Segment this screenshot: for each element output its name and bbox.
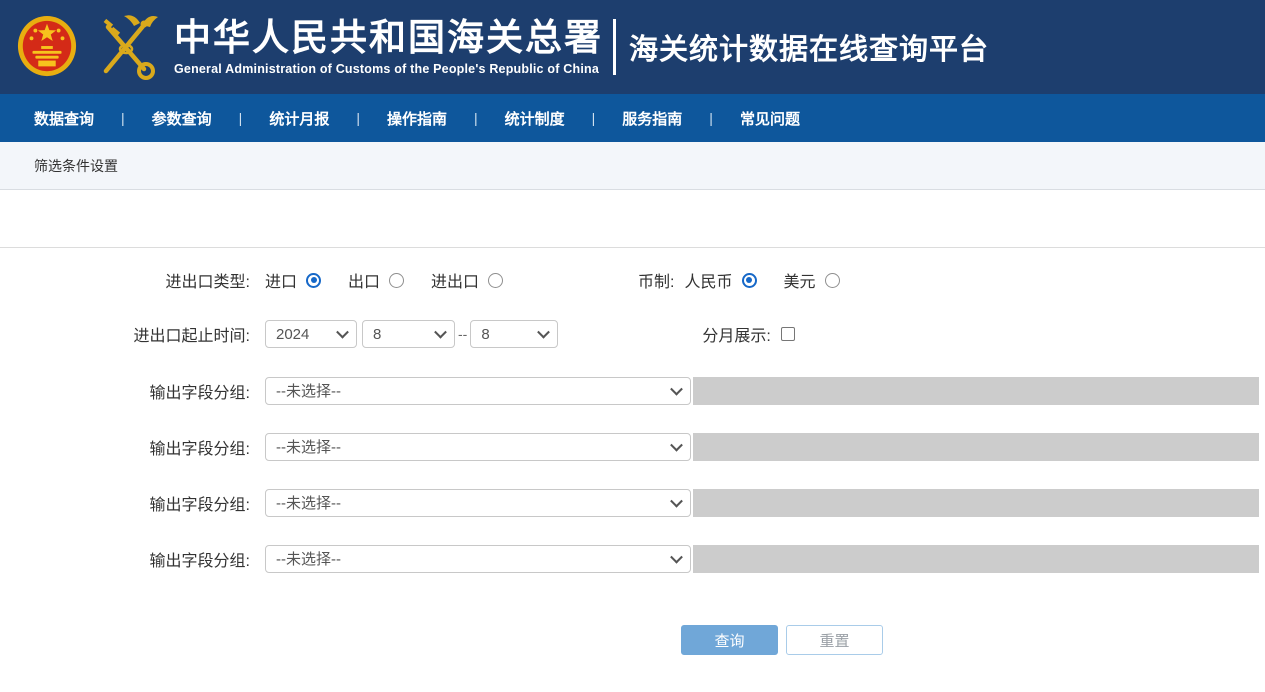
- field-group-select-1[interactable]: --未选择--: [265, 377, 691, 405]
- currency-rmb-radio[interactable]: [742, 273, 757, 288]
- field-group-select-3[interactable]: --未选择--: [265, 489, 691, 517]
- nav-separator: |: [121, 110, 125, 126]
- nav-item-param-query[interactable]: 参数查询: [152, 108, 212, 129]
- currency-option-rmb[interactable]: 人民币: [685, 268, 757, 292]
- currency-options: 币制: 人民币 美元: [638, 268, 839, 292]
- nav-separator: |: [239, 110, 243, 126]
- main-nav: 数据查询 | 参数查询 | 统计月报 | 操作指南 | 统计制度 | 服务指南 …: [0, 94, 1265, 142]
- header-divider: [613, 19, 616, 75]
- start-month-select-wrap: 8: [362, 320, 455, 348]
- year-select-wrap: 2024: [265, 320, 357, 348]
- trade-type-options: 进口 出口 进出口: [265, 268, 503, 292]
- time-range-row: 进出口起止时间: 2024 8 -- 8 分月展示:: [0, 320, 1265, 348]
- time-range-label: 进出口起止时间:: [0, 322, 250, 346]
- trade-type-both-radio[interactable]: [488, 273, 503, 288]
- trade-type-option-export-label: 出口: [348, 268, 380, 292]
- nav-separator: |: [356, 110, 360, 126]
- breadcrumb-bar: 筛选条件设置: [0, 142, 1265, 190]
- trade-type-option-import[interactable]: 进口: [265, 268, 321, 292]
- trade-type-label: 进出口类型:: [0, 268, 250, 292]
- nav-item-faq[interactable]: 常见问题: [740, 108, 800, 129]
- field-group-select-wrap: --未选择--: [265, 545, 691, 573]
- nav-separator: |: [592, 110, 596, 126]
- field-group-row-3: 输出字段分组: --未选择--: [0, 489, 1265, 517]
- action-buttons-row: 查询 重置: [0, 625, 1265, 655]
- nav-item-monthly-report[interactable]: 统计月报: [269, 108, 329, 129]
- breadcrumb: 筛选条件设置: [34, 156, 118, 176]
- org-title-block: 中华人民共和国海关总署 General Administration of Cu…: [174, 18, 603, 76]
- query-button[interactable]: 查询: [681, 625, 778, 655]
- filter-form: 进出口类型: 进口 出口 进出口 币制: 人民币 美元: [0, 248, 1265, 655]
- currency-option-usd-label: 美元: [784, 268, 816, 292]
- field-group-value-bar-4: [693, 545, 1259, 573]
- monthly-display-group: 分月展示:: [702, 322, 794, 346]
- field-group-value-bar-3: [693, 489, 1259, 517]
- nav-item-data-query[interactable]: 数据查询: [34, 108, 94, 129]
- platform-title: 海关统计数据在线查询平台: [629, 26, 989, 68]
- field-group-select-2[interactable]: --未选择--: [265, 433, 691, 461]
- field-group-label: 输出字段分组:: [0, 547, 250, 571]
- field-group-value-bar-2: [693, 433, 1259, 461]
- time-range-separator: --: [458, 326, 467, 342]
- field-group-select-wrap: --未选择--: [265, 377, 691, 405]
- field-group-label: 输出字段分组:: [0, 379, 250, 403]
- start-month-select[interactable]: 8: [362, 320, 455, 348]
- trade-type-export-radio[interactable]: [389, 273, 404, 288]
- site-header: 中华人民共和国海关总署 General Administration of Cu…: [0, 0, 1265, 94]
- field-group-value-bar-1: [693, 377, 1259, 405]
- trade-type-row: 进出口类型: 进口 出口 进出口 币制: 人民币 美元: [0, 269, 1265, 291]
- org-subtitle: General Administration of Customs of the…: [174, 62, 603, 76]
- field-group-label: 输出字段分组:: [0, 435, 250, 459]
- field-group-label: 输出字段分组:: [0, 491, 250, 515]
- end-month-select[interactable]: 8: [470, 320, 558, 348]
- trade-type-option-import-label: 进口: [265, 268, 297, 292]
- currency-label: 币制:: [638, 268, 674, 292]
- year-select[interactable]: 2024: [265, 320, 357, 348]
- trade-type-option-both[interactable]: 进出口: [431, 268, 503, 292]
- national-emblem-icon: [16, 14, 78, 80]
- field-group-select-wrap: --未选择--: [265, 489, 691, 517]
- nav-separator: |: [709, 110, 713, 126]
- monthly-display-checkbox[interactable]: [781, 327, 795, 341]
- end-month-select-wrap: 8: [470, 320, 558, 348]
- nav-item-statistics-system[interactable]: 统计制度: [505, 108, 565, 129]
- trade-type-import-radio[interactable]: [306, 273, 321, 288]
- field-group-row-4: 输出字段分组: --未选择--: [0, 545, 1265, 573]
- trade-type-option-both-label: 进出口: [431, 268, 479, 292]
- currency-option-rmb-label: 人民币: [685, 268, 733, 292]
- nav-item-service-guide[interactable]: 服务指南: [622, 108, 682, 129]
- reset-button[interactable]: 重置: [786, 625, 883, 655]
- customs-caduceus-key-icon: [94, 11, 160, 83]
- field-group-select-4[interactable]: --未选择--: [265, 545, 691, 573]
- field-group-select-wrap: --未选择--: [265, 433, 691, 461]
- nav-item-operation-guide[interactable]: 操作指南: [387, 108, 447, 129]
- field-group-row-1: 输出字段分组: --未选择--: [0, 377, 1265, 405]
- org-title: 中华人民共和国海关总署: [174, 18, 603, 59]
- monthly-display-label: 分月展示:: [702, 322, 770, 346]
- currency-option-usd[interactable]: 美元: [784, 268, 840, 292]
- nav-separator: |: [474, 110, 478, 126]
- currency-usd-radio[interactable]: [825, 273, 840, 288]
- field-group-row-2: 输出字段分组: --未选择--: [0, 433, 1265, 461]
- trade-type-option-export[interactable]: 出口: [348, 268, 404, 292]
